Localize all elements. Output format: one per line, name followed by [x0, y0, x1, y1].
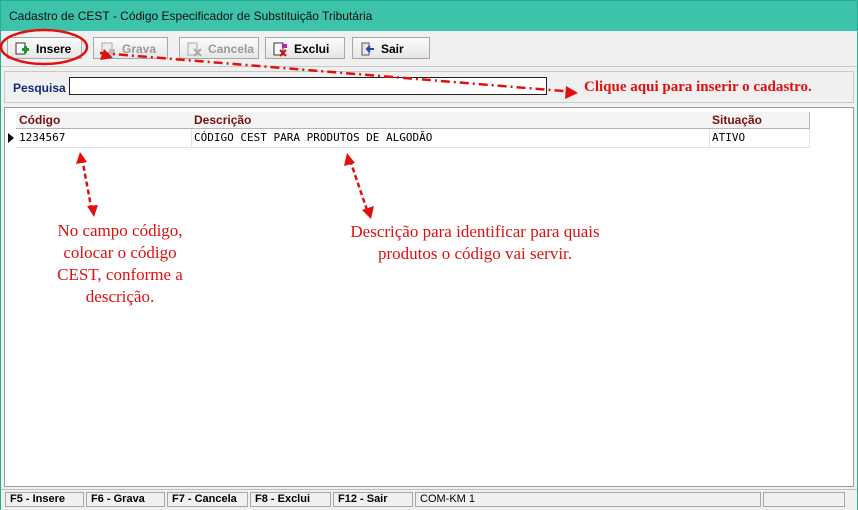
annotation-descricao: Descrição para identificar para quais pr…: [350, 222, 600, 263]
insert-label: Insere: [36, 42, 72, 56]
save-label: Grava: [122, 42, 157, 56]
shortcut-f8: F8 - Exclui: [250, 492, 331, 507]
status-info: COM-KM 1: [415, 492, 761, 507]
row-indicator-icon: [8, 133, 14, 143]
table-row-cell-situacao[interactable]: ATIVO: [709, 129, 810, 148]
column-header-situacao[interactable]: Situação: [709, 112, 810, 129]
toolbar: Insere Grava Cancela Exclui Sair: [1, 32, 857, 67]
insert-button[interactable]: Insere: [7, 37, 82, 59]
table-row-cell-descricao[interactable]: CÓDIGO CEST PARA PRODUTOS DE ALGODÃO: [191, 129, 710, 148]
save-icon: [101, 42, 115, 56]
search-label: Pesquisa: [13, 81, 66, 95]
annotation-codigo: No campo código, colocar o código CEST, …: [57, 221, 183, 306]
search-input[interactable]: [69, 77, 547, 95]
shortcut-f6: F6 - Grava: [86, 492, 165, 507]
cancel-icon: [187, 42, 202, 57]
exit-button[interactable]: Sair: [352, 37, 430, 59]
status-panel-empty: [763, 492, 845, 507]
cancel-button[interactable]: Cancela: [179, 37, 259, 59]
add-record-icon: [15, 42, 29, 55]
column-header-codigo[interactable]: Código: [16, 112, 192, 129]
table-row-cell-codigo[interactable]: 1234567: [16, 129, 192, 148]
shortcut-f5: F5 - Insere: [5, 492, 84, 507]
shortcut-f7: F7 - Cancela: [167, 492, 248, 507]
status-bar: F5 - Insere F6 - Grava F7 - Cancela F8 -…: [1, 489, 857, 510]
exit-door-icon: [361, 42, 374, 56]
delete-button[interactable]: Exclui: [265, 37, 345, 59]
shortcut-f12: F12 - Sair: [333, 492, 413, 507]
title-bar: Cadastro de CEST - Código Especificador …: [1, 1, 857, 31]
delete-label: Exclui: [294, 42, 330, 56]
cancel-label: Cancela: [208, 42, 255, 56]
exit-label: Sair: [381, 42, 404, 56]
annotation-insert: Clique aqui para inserir o cadastro.: [584, 79, 812, 95]
delete-record-icon: [273, 42, 287, 57]
save-button[interactable]: Grava: [93, 37, 168, 59]
column-header-descricao[interactable]: Descrição: [191, 112, 710, 129]
window-title: Cadastro de CEST - Código Especificador …: [9, 9, 373, 23]
